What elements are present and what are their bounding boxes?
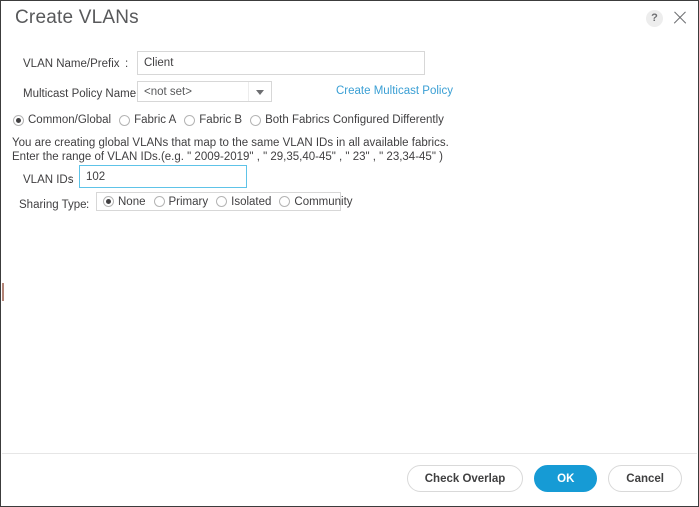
scope-option-fabric-b[interactable]: Fabric B — [184, 113, 242, 127]
radio-indicator[interactable] — [13, 114, 24, 126]
sharing-type-option-label: Community — [294, 195, 353, 208]
scope-option-label: Both Fabrics Configured Differently — [265, 114, 444, 126]
check-overlap-button[interactable]: Check Overlap — [406, 465, 524, 492]
sharing-type-label: Sharing Type — [19, 199, 87, 211]
vlan-ids-input[interactable] — [79, 165, 247, 188]
vlan-name-input[interactable] — [137, 51, 425, 75]
create-multicast-policy-link[interactable]: Create Multicast Policy — [336, 84, 453, 98]
scope-option-label: Common/Global — [28, 114, 112, 126]
sharing-type-option-label: None — [118, 195, 146, 208]
page-title: Create VLANs — [15, 7, 139, 28]
chevron-down-icon[interactable] — [248, 82, 271, 101]
multicast-policy-colon: : — [130, 88, 134, 100]
vlan-name-colon: : — [125, 58, 129, 70]
radio-indicator[interactable] — [216, 196, 228, 207]
sharing-type-radio-group: None Primary Isolated Community — [96, 192, 353, 211]
radio-indicator[interactable] — [119, 114, 131, 126]
multicast-policy-selected-value: <not set> — [144, 85, 192, 98]
dialog-header-icons: ? — [646, 9, 689, 27]
sharing-type-option-label: Primary — [168, 195, 209, 208]
vlan-ids-colon: : — [69, 174, 73, 186]
sharing-type-option-community[interactable]: Community — [279, 195, 353, 209]
create-vlans-dialog: Create VLANs ? VLAN Name/Prefix : Multic… — [0, 0, 699, 507]
vlan-name-label: VLAN Name/Prefix — [23, 58, 120, 70]
scope-option-label: Fabric A — [134, 114, 177, 126]
dialog-button-row: Check Overlap OK Cancel — [406, 465, 682, 492]
sharing-type-colon: : — [86, 199, 90, 211]
scope-option-both-fabrics-configured-differently[interactable]: Both Fabrics Configured Differently — [250, 113, 444, 127]
ok-button[interactable]: OK — [534, 465, 598, 492]
footer-divider — [2, 453, 697, 454]
radio-indicator[interactable] — [184, 114, 196, 126]
scope-option-label: Fabric B — [199, 114, 243, 126]
radio-indicator[interactable] — [279, 196, 291, 207]
radio-indicator[interactable] — [103, 196, 114, 207]
scope-option-fabric-a[interactable]: Fabric A — [119, 113, 176, 127]
help-icon[interactable]: ? — [646, 9, 663, 27]
sharing-type-option-primary[interactable]: Primary — [153, 195, 209, 209]
cancel-button[interactable]: Cancel — [608, 465, 682, 492]
description-line-2: Enter the range of VLAN IDs.(e.g. " 2009… — [12, 151, 443, 163]
radio-indicator[interactable] — [153, 196, 165, 207]
sharing-type-option-none[interactable]: None — [103, 195, 146, 209]
scope-option-common-global[interactable]: Common/Global — [13, 113, 111, 127]
edge-artifact — [2, 283, 4, 301]
radio-indicator[interactable] — [250, 114, 262, 126]
vlan-scope-radio-group: Common/Global Fabric A Fabric B Both Fab… — [13, 113, 444, 127]
sharing-type-option-label: Isolated — [231, 195, 272, 208]
multicast-policy-dropdown[interactable]: <not set> — [137, 81, 272, 102]
description-line-1: You are creating global VLANs that map t… — [12, 137, 449, 149]
multicast-policy-label: Multicast Policy Name — [23, 88, 137, 100]
close-icon[interactable] — [671, 9, 689, 27]
vlan-ids-label: VLAN IDs — [23, 174, 74, 186]
sharing-type-option-isolated[interactable]: Isolated — [216, 195, 271, 209]
